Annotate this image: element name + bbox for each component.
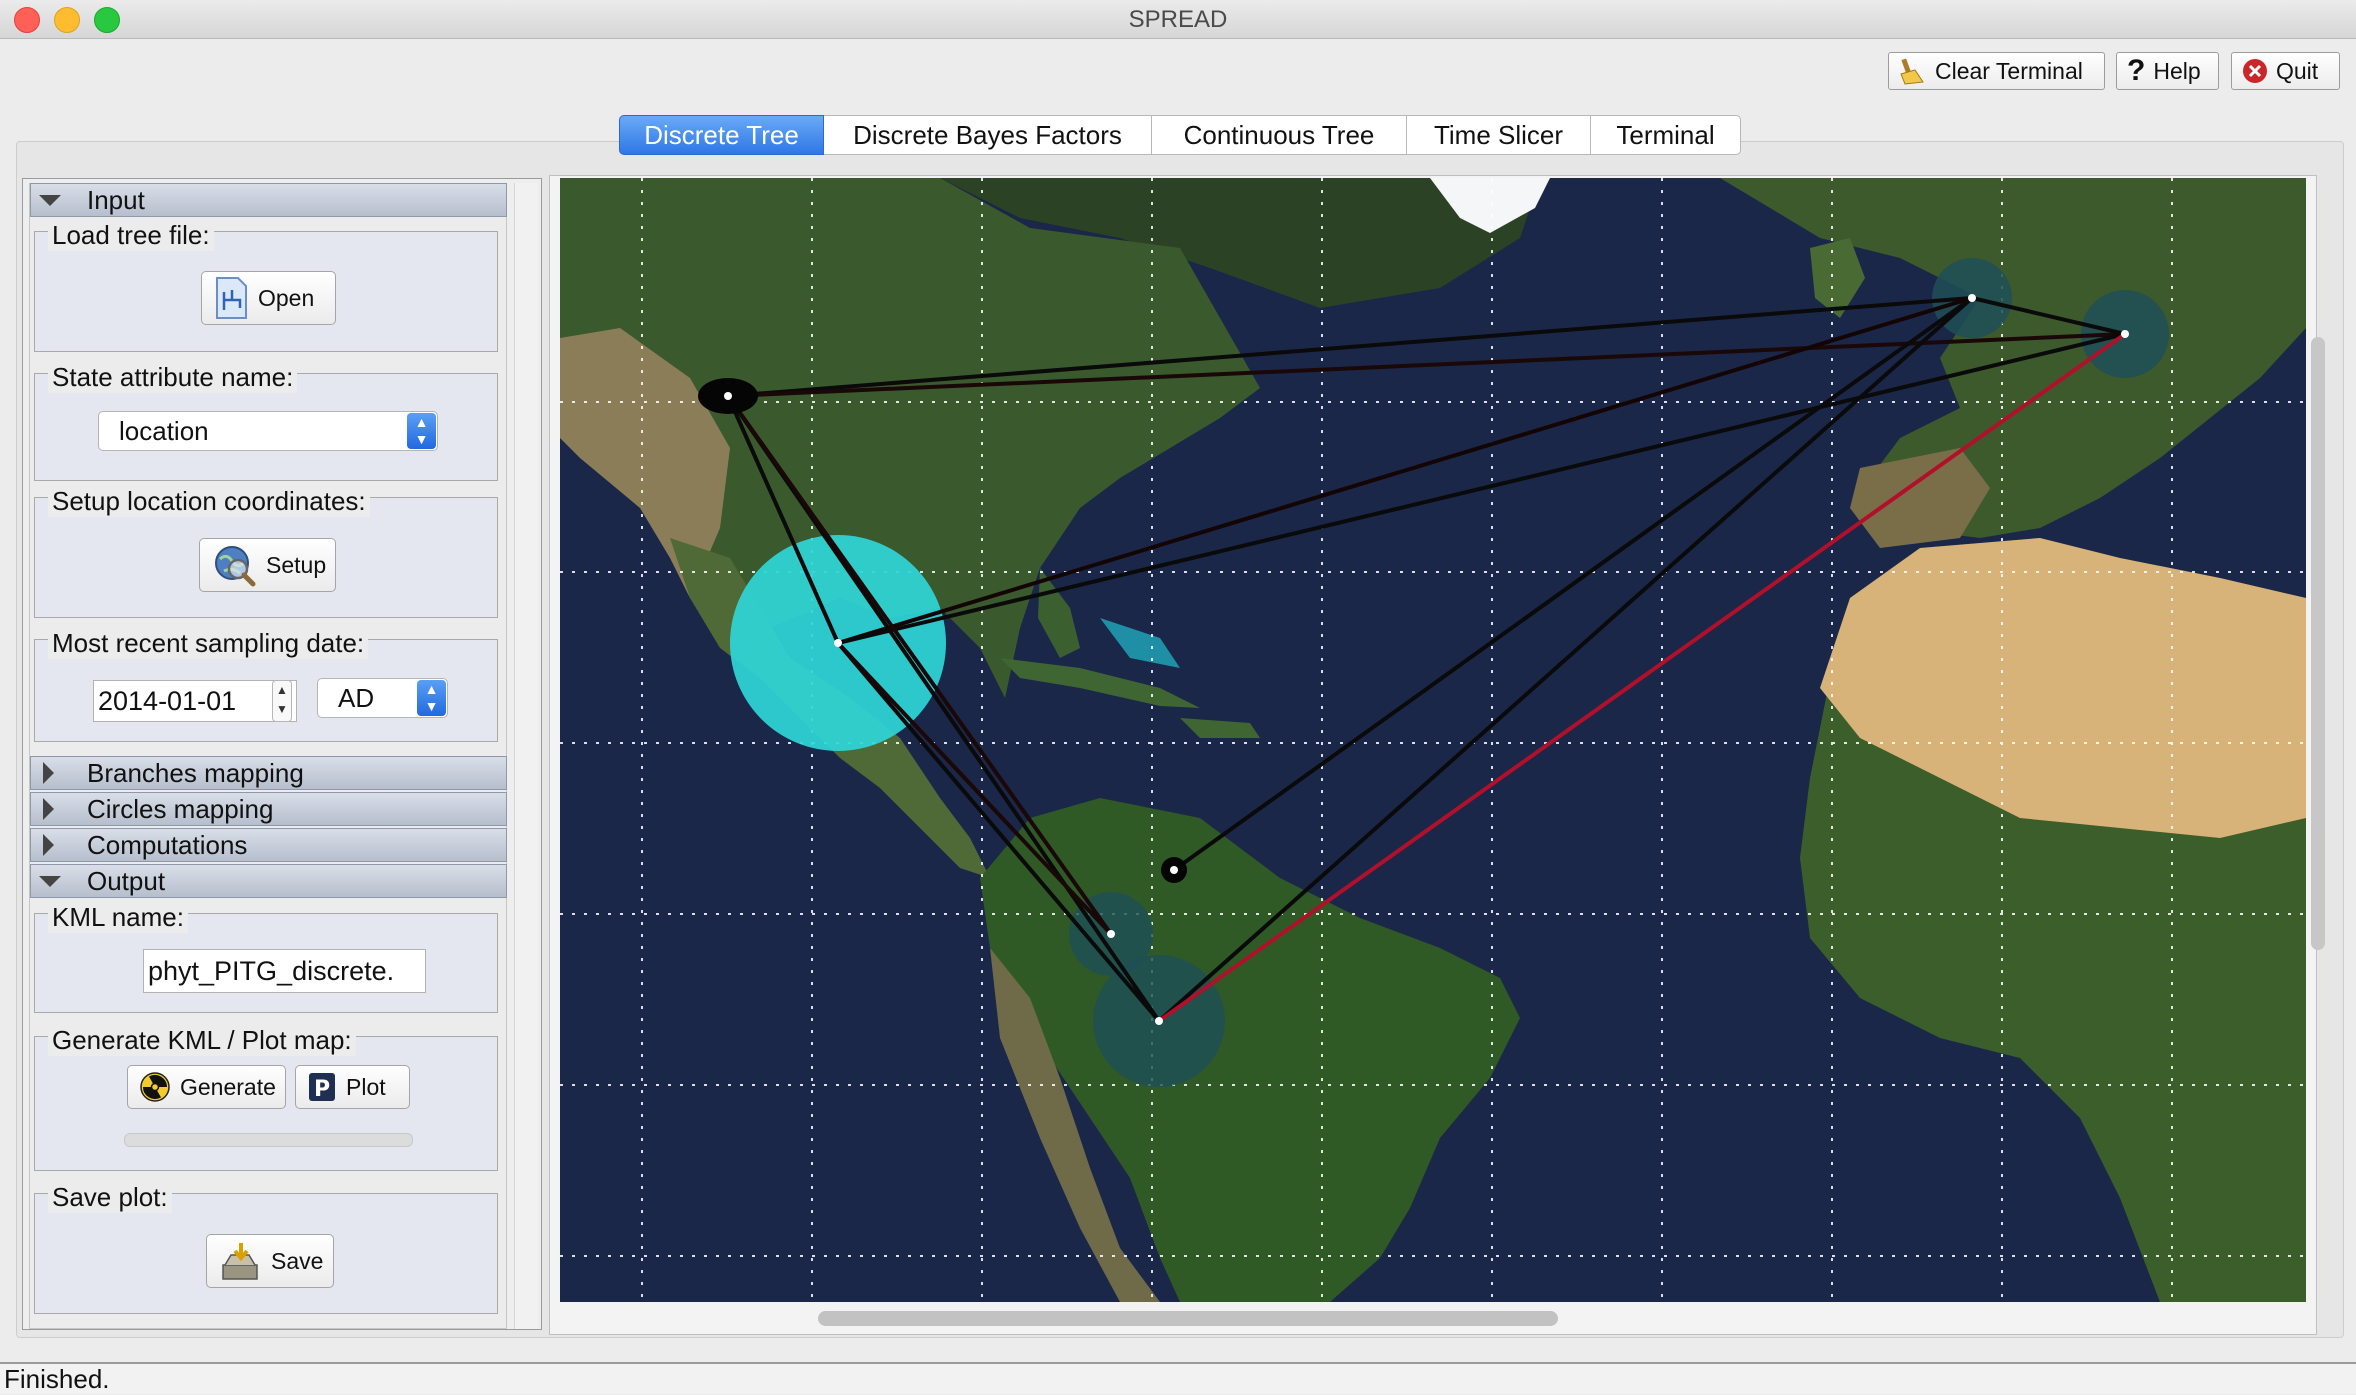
save-drive-icon <box>222 1243 258 1280</box>
radiation-icon <box>140 1072 170 1102</box>
computations-label: Computations <box>87 829 248 860</box>
tab-continuous-tree[interactable]: Continuous Tree <box>1152 115 1407 155</box>
sampling-date-stepper[interactable]: ▲ ▼ <box>272 680 292 722</box>
map-vertical-scrollbar[interactable] <box>2311 337 2325 950</box>
globe-magnifier-icon <box>215 546 256 587</box>
help-label: Help <box>2153 57 2201 84</box>
open-label: Open <box>258 284 315 311</box>
status-bar: Finished. <box>0 1362 2356 1394</box>
setup-location-label: Setup location coordinates: <box>48 486 370 517</box>
kml-name-value: phyt_PITG_discrete. <box>148 955 395 986</box>
question-icon: ? <box>2127 54 2146 87</box>
state-attribute-select[interactable]: location ▲ ▼ <box>98 411 438 451</box>
output-header-label: Output <box>87 865 166 896</box>
expand-arrow-icon <box>43 798 54 820</box>
chevron-updown-icon: ▲ ▼ <box>407 413 436 449</box>
setup-label: Setup <box>266 551 327 578</box>
svg-text:P: P <box>314 1077 330 1102</box>
load-tree-label: Load tree file: <box>48 220 214 251</box>
setup-button[interactable]: Setup <box>199 538 336 592</box>
collapse-arrow-icon <box>39 875 61 887</box>
help-button[interactable]: ? Help <box>2116 52 2219 90</box>
plot-label: Plot <box>346 1073 386 1100</box>
plot-button[interactable]: P Plot <box>295 1065 410 1109</box>
tab-bar: Discrete Tree Discrete Bayes Factors Con… <box>619 115 1741 155</box>
tab-discrete-tree[interactable]: Discrete Tree <box>619 115 824 155</box>
tab-terminal[interactable]: Terminal <box>1591 115 1741 155</box>
state-attribute-group: State attribute name: location ▲ ▼ <box>34 362 498 481</box>
chevron-updown-icon: ▲ ▼ <box>417 680 446 716</box>
clear-terminal-label: Clear Terminal <box>1935 57 2083 84</box>
state-attribute-label: State attribute name: <box>48 362 298 393</box>
generate-plot-group: Generate KML / Plot map: Generate P Plot <box>34 1025 498 1171</box>
quit-label: Quit <box>2276 57 2319 84</box>
tree-file-icon <box>216 277 247 319</box>
era-select[interactable]: AD ▲ ▼ <box>317 678 448 718</box>
kml-name-label: KML name: <box>48 902 188 933</box>
broom-icon <box>1900 58 1924 85</box>
generate-progress-bar <box>124 1133 413 1147</box>
input-section-header[interactable]: Input <box>30 183 507 217</box>
tab-discrete-bayes-factors[interactable]: Discrete Bayes Factors <box>824 115 1152 155</box>
expand-arrow-icon <box>43 762 54 784</box>
save-label: Save <box>271 1247 324 1274</box>
generate-plot-label: Generate KML / Plot map: <box>48 1025 356 1056</box>
plot-icon: P <box>309 1073 335 1102</box>
world-map-plot[interactable] <box>560 178 2306 1302</box>
save-plot-group: Save plot: Save <box>34 1182 498 1314</box>
era-value: AD <box>338 682 375 713</box>
sampling-date-label: Most recent sampling date: <box>48 628 369 659</box>
quit-icon <box>2243 59 2267 83</box>
branches-mapping-label: Branches mapping <box>87 757 304 788</box>
computations-header[interactable]: Computations <box>30 828 507 862</box>
sampling-date-group: Most recent sampling date: 2014-01-01 ▲ ▼… <box>34 628 498 742</box>
expand-arrow-icon <box>43 834 54 856</box>
save-plot-label: Save plot: <box>48 1182 172 1213</box>
kml-name-input[interactable]: phyt_PITG_discrete. <box>143 949 426 993</box>
window-title: SPREAD <box>1128 6 1228 33</box>
generate-label: Generate <box>180 1073 276 1100</box>
kml-name-group: KML name: phyt_PITG_discrete. <box>34 902 498 1013</box>
clear-terminal-button[interactable]: Clear Terminal <box>1888 52 2105 90</box>
settings-vertical-scrollbar[interactable] <box>514 183 537 1329</box>
collapse-arrow-icon <box>39 194 61 206</box>
setup-location-group: Setup location coordinates: Setup <box>34 486 498 618</box>
title-bar: SPREAD <box>0 0 2356 39</box>
output-section-header[interactable]: Output <box>30 864 507 898</box>
sampling-date-value: 2014-01-01 <box>98 685 237 716</box>
save-button[interactable]: Save <box>206 1234 334 1288</box>
load-tree-group: Load tree file: Open <box>34 220 498 352</box>
tab-time-slicer[interactable]: Time Slicer <box>1407 115 1591 155</box>
status-text: Finished. <box>4 1364 110 1394</box>
circles-mapping-header[interactable]: Circles mapping <box>30 792 507 826</box>
circles-mapping-label: Circles mapping <box>87 793 274 824</box>
input-header-label: Input <box>87 184 145 215</box>
branches-mapping-header[interactable]: Branches mapping <box>30 756 507 790</box>
quit-button[interactable]: Quit <box>2231 52 2340 90</box>
map-horizontal-scrollbar[interactable] <box>818 1311 1558 1326</box>
state-attribute-value: location <box>119 415 209 446</box>
open-button[interactable]: Open <box>201 271 336 325</box>
generate-button[interactable]: Generate <box>127 1065 286 1109</box>
sampling-date-field[interactable]: 2014-01-01 <box>93 680 297 722</box>
